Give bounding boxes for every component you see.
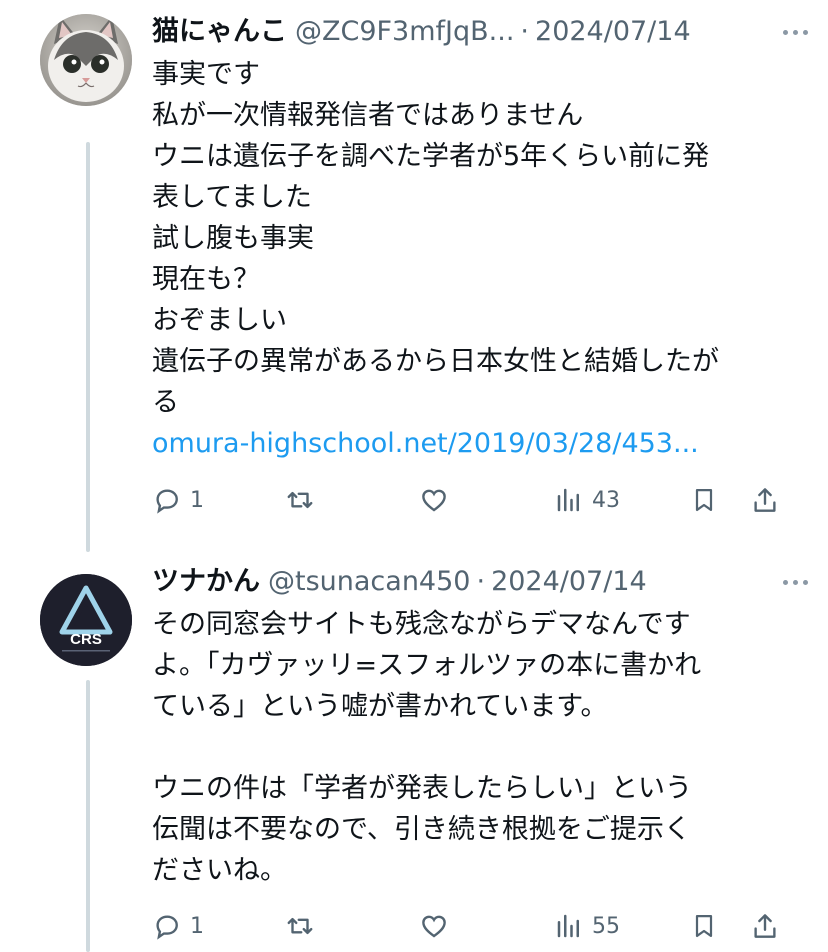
reply-button[interactable]: 1 xyxy=(152,904,204,948)
views-icon xyxy=(557,914,579,938)
text-line: ウニは遺伝子を調べた学者が5年くらい前に発 xyxy=(152,141,710,172)
tweet-link[interactable]: omura-highschool.net/2019/03/28/453... xyxy=(152,423,812,464)
avatar[interactable] xyxy=(40,14,132,106)
bookmark-icon xyxy=(695,488,713,512)
text-line: よ。「カヴァッリ=スフォルツァの本に書かれ xyxy=(152,650,702,681)
retweet-icon xyxy=(287,917,313,935)
share-button[interactable] xyxy=(750,904,780,948)
separator-dot: · xyxy=(476,566,486,597)
share-icon xyxy=(754,488,776,512)
crs-logo-text: CRS xyxy=(70,631,102,648)
retweet-icon xyxy=(287,491,313,509)
tweet-text: その同窓会サイトも残念ながらデマなんです よ。「カヴァッリ=スフォルツァの本に書… xyxy=(152,604,812,891)
retweet-button[interactable] xyxy=(284,904,316,948)
reply-icon xyxy=(156,915,178,940)
reply-count: 1 xyxy=(190,487,204,513)
text-line: ウニの件は「学者が発表したらしい」という xyxy=(152,773,692,804)
display-name[interactable]: 猫にゃんこ xyxy=(152,12,287,52)
bookmark-button[interactable] xyxy=(690,478,718,522)
display-name[interactable]: ツナかん xyxy=(152,562,260,602)
tweet-text: 事実です 私が一次情報発信者ではありません ウニは遺伝子を調べた学者が5年くらい… xyxy=(152,54,812,464)
text-line: ている」という嘘が書かれています。 xyxy=(152,691,608,722)
tweet-header: 猫にゃんこ @ZC9F3mfJqB... · 2024/07/14 xyxy=(152,12,808,52)
action-bar: 1 55 xyxy=(152,904,792,948)
text-line: その同窓会サイトも残念ながらデマなんです xyxy=(152,609,691,640)
view-count: 43 xyxy=(592,487,620,513)
share-icon xyxy=(754,914,776,938)
views-icon xyxy=(557,488,579,512)
text-line: 遺伝子の異常があるから日本女性と結婚したが xyxy=(152,346,719,377)
action-bar: 1 43 xyxy=(152,478,792,522)
user-handle[interactable]: @ZC9F3mfJqB... xyxy=(295,12,514,52)
view-count: 55 xyxy=(592,913,620,939)
share-button[interactable] xyxy=(750,478,780,522)
separator-dot: · xyxy=(520,16,530,47)
bookmark-icon xyxy=(695,914,713,938)
post-date[interactable]: 2024/07/14 xyxy=(535,12,691,52)
views-button[interactable]: 43 xyxy=(554,478,620,522)
cat-avatar-icon xyxy=(40,14,132,106)
heart-icon xyxy=(422,915,446,938)
reply-count: 1 xyxy=(190,913,204,939)
text-line: 伝聞は不要なので、引き続き根拠をご提示く xyxy=(152,814,691,845)
reply-icon xyxy=(156,489,178,514)
more-icon[interactable] xyxy=(783,562,808,602)
retweet-button[interactable] xyxy=(284,478,316,522)
text-line: おぞましい xyxy=(152,305,287,336)
post-date[interactable]: 2024/07/14 xyxy=(491,562,647,602)
bookmark-button[interactable] xyxy=(690,904,718,948)
like-button[interactable] xyxy=(418,478,450,522)
tweet[interactable]: 猫にゃんこ @ZC9F3mfJqB... · 2024/07/14 事実です 私… xyxy=(0,0,828,540)
text-line: る xyxy=(152,387,179,418)
like-button[interactable] xyxy=(418,904,450,948)
more-icon[interactable] xyxy=(783,12,808,52)
tweet[interactable]: CRS ツナかん @tsunacan450 · 2024/07/14 その同窓会… xyxy=(0,552,828,952)
heart-icon xyxy=(422,489,446,512)
text-line: 試し腹も事実 xyxy=(152,223,314,254)
crs-logo-icon: CRS xyxy=(40,574,132,666)
avatar[interactable]: CRS xyxy=(40,574,132,666)
user-handle[interactable]: @tsunacan450 xyxy=(268,562,470,602)
views-button[interactable]: 55 xyxy=(554,904,620,948)
tweet-header: ツナかん @tsunacan450 · 2024/07/14 xyxy=(152,562,808,602)
reply-button[interactable]: 1 xyxy=(152,478,204,522)
text-line: 現在も？ xyxy=(152,264,260,295)
text-line: 私が一次情報発信者ではありません xyxy=(152,100,584,131)
text-line: 表してました xyxy=(152,182,312,213)
text-line: ださいね。 xyxy=(152,855,287,886)
text-line: 事実です xyxy=(152,59,260,90)
